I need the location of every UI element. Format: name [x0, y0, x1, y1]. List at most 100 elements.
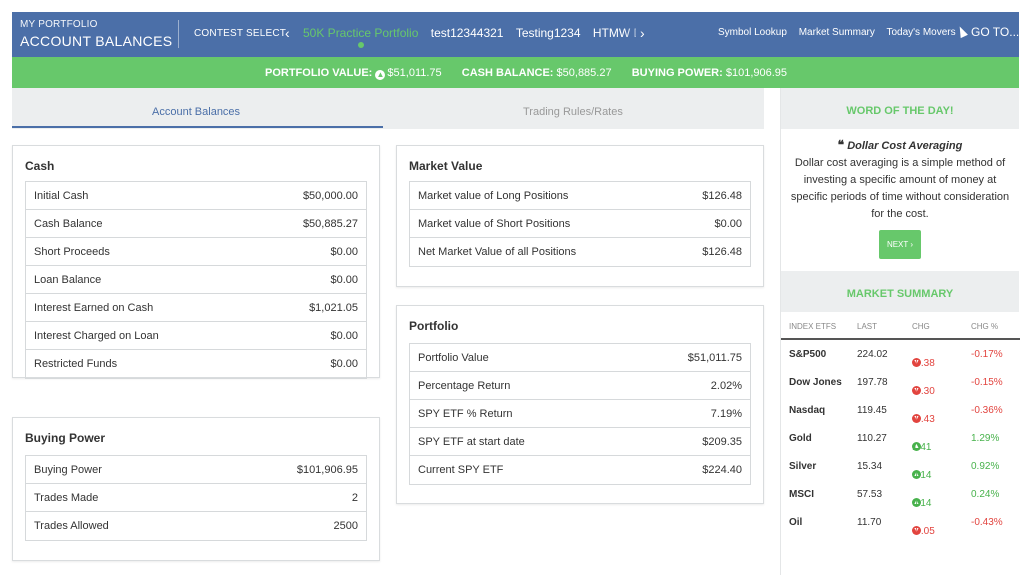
table-row: Short Proceeds $0.00: [26, 238, 366, 266]
index-name[interactable]: S&P500: [789, 349, 826, 360]
header-links: Symbol Lookup Market Summary Today's Mov…: [718, 27, 965, 38]
top-navigation-bar: MY PORTFOLIO ACCOUNT BALANCES CONTEST SE…: [12, 12, 1019, 57]
table-row: Percentage Return 2.02%: [410, 372, 750, 400]
market-summary-table: INDEX ETFS LAST CHG CHG % S&P500 224.02 ▼ -…: [781, 312, 1020, 537]
row-label: Trades Allowed: [34, 520, 109, 532]
table-row[interactable]: Nasdaq 119.45 ▼ -0.43 -0.36%: [781, 396, 1020, 425]
cash-balance-label: CASH BALANCE:: [461, 67, 554, 79]
index-name[interactable]: Gold: [789, 433, 812, 444]
table-row[interactable]: S&P500 224.02 ▼ -0.38 -0.17%: [781, 340, 1020, 369]
goto-menu[interactable]: GO TO...: [956, 24, 1019, 39]
main-content: Account Balances Trading Rules/Rates Cas…: [12, 88, 764, 575]
tab-trading-rules[interactable]: Trading Rules/Rates: [523, 106, 623, 118]
buying-power-label: BUYING POWER:: [631, 67, 723, 79]
buying-power-title: Buying Power: [25, 431, 106, 445]
portfolio-title: Portfolio: [409, 319, 459, 333]
row-value: $224.40: [702, 464, 742, 476]
row-value: $0.00: [330, 246, 358, 258]
index-last: 224.02: [857, 349, 888, 360]
quote-icon: ❝: [837, 138, 845, 152]
row-label: Loan Balance: [34, 274, 102, 286]
table-row: SPY ETF at start date $209.35: [410, 428, 750, 456]
index-change-percent: 0.92%: [971, 461, 1000, 472]
index-name[interactable]: Oil: [789, 517, 802, 528]
chevron-right-icon[interactable]: ›: [640, 25, 645, 41]
column-header: LAST: [857, 322, 878, 331]
row-value: 2.02%: [710, 380, 742, 392]
active-dot-icon: [357, 42, 364, 48]
row-value: $101,906.95: [296, 464, 358, 476]
table-row[interactable]: Gold 110.27 ▲ 1.41 1.29%: [781, 424, 1020, 453]
table-row: Buying Power $101,906.95: [26, 456, 366, 484]
table-row[interactable]: MSCI 57.53 ▲ 0.14 0.24%: [781, 480, 1020, 509]
cash-table: Initial Cash $50,000.00 Cash Balance $50,8…: [25, 181, 367, 379]
buying-power-table: Buying Power $101,906.95 Trades Made 2 Tra…: [25, 455, 367, 541]
contest-tab-label: Testing1234: [515, 26, 581, 40]
portfolio-summary-bar: PORTFOLIO VALUE: ▲ $51,011.75 CASH BALANC…: [12, 57, 1019, 88]
index-name[interactable]: MSCI: [789, 489, 814, 500]
portfolio-value: $51,011.75: [387, 67, 442, 79]
index-name[interactable]: Nasdaq: [789, 405, 825, 416]
table-row: Restricted Funds $0.00: [26, 350, 366, 378]
row-value: $126.48: [702, 246, 742, 258]
next-word-button[interactable]: NEXT ›: [878, 230, 922, 259]
row-label: Interest Earned on Cash: [34, 302, 154, 314]
market-summary-header: INDEX ETFS LAST CHG CHG %: [781, 312, 1020, 340]
table-row[interactable]: Dow Jones 197.78 ▼ -0.30 -0.15%: [781, 368, 1020, 397]
chevron-right-icon: ›: [910, 240, 914, 249]
contest-tab-test12344321[interactable]: test12344321: [431, 26, 504, 40]
row-value: $0.00: [330, 330, 358, 342]
row-value: 2: [351, 492, 358, 504]
row-label: Trades Made: [34, 492, 99, 504]
row-label: Market value of Short Positions: [418, 218, 571, 230]
index-last: 119.45: [857, 405, 887, 416]
word-of-day-definition: Dollar cost averaging is a simple method…: [790, 157, 1010, 220]
row-value: 7.19%: [710, 408, 742, 420]
tab-content: Cash Initial Cash $50,000.00 Cash Balance…: [12, 129, 764, 575]
word-of-day-card: ❝ Dollar Cost Averaging Dollar cost aver…: [781, 129, 1019, 259]
table-row: Portfolio Value $51,011.75: [410, 344, 750, 372]
row-label: Cash Balance: [34, 218, 103, 230]
table-row[interactable]: Oil 11.70 ▼ -0.05 -0.43%: [781, 508, 1020, 537]
table-row[interactable]: Silver 15.34 ▲ 0.14 0.92%: [781, 452, 1020, 481]
symbol-lookup-link[interactable]: Symbol Lookup: [718, 27, 787, 38]
index-change-percent: 0.24%: [971, 489, 1000, 500]
row-label: Interest Charged on Loan: [34, 330, 159, 342]
contest-tab-testing1234[interactable]: Testing1234: [516, 26, 581, 40]
table-row: Net Market Value of all Positions $126.48: [410, 238, 750, 266]
table-row: Trades Allowed 2500: [26, 512, 366, 540]
contest-tab-htmw[interactable]: HTMW De: [593, 26, 636, 40]
column-header: INDEX ETFS: [789, 322, 837, 331]
table-row: Loan Balance $0.00: [26, 266, 366, 294]
contest-tab-practice[interactable]: 50K Practice Portfolio: [303, 26, 418, 48]
table-row: Cash Balance $50,885.27: [26, 210, 366, 238]
word-of-day-term: Dollar Cost Averaging: [847, 140, 963, 152]
my-portfolio-label[interactable]: MY PORTFOLIO: [20, 19, 172, 30]
index-name[interactable]: Silver: [789, 461, 816, 472]
chevron-left-icon[interactable]: ‹: [285, 25, 290, 41]
next-button-label: NEXT: [886, 240, 909, 249]
right-sidebar: WORD OF THE DAY! ❝ Dollar Cost Averaging…: [780, 88, 1020, 575]
contest-tab-label: test12344321: [430, 26, 504, 40]
page-title: ACCOUNT BALANCES: [20, 33, 173, 49]
market-summary-link[interactable]: Market Summary: [799, 27, 875, 38]
row-label: Initial Cash: [34, 190, 89, 202]
row-value: $0.00: [714, 218, 742, 230]
row-label: Restricted Funds: [34, 358, 118, 370]
todays-movers-link[interactable]: Today's Movers: [886, 27, 955, 38]
tab-bar: Account Balances Trading Rules/Rates: [12, 88, 764, 129]
portfolio-table: Portfolio Value $51,011.75 Percentage Ret…: [409, 343, 751, 485]
tab-account-balances[interactable]: Account Balances: [152, 106, 240, 118]
table-row: Interest Earned on Cash $1,021.05: [26, 294, 366, 322]
buying-power-panel: Buying Power Buying Power $101,906.95 Tra…: [12, 417, 380, 561]
header-divider: [178, 20, 179, 48]
index-name[interactable]: Dow Jones: [789, 377, 842, 388]
portfolio-panel: Portfolio Portfolio Value $51,011.75 Perc…: [396, 305, 764, 504]
index-last: 15.34: [857, 461, 883, 472]
row-label: SPY ETF % Return: [418, 408, 513, 420]
row-value: $50,885.27: [302, 218, 358, 230]
buying-power-value: $101,906.95: [725, 67, 788, 79]
row-label: Market value of Long Positions: [418, 190, 569, 202]
word-of-day-title: WORD OF THE DAY!: [781, 88, 1019, 129]
market-summary-title: MARKET SUMMARY: [781, 271, 1019, 312]
